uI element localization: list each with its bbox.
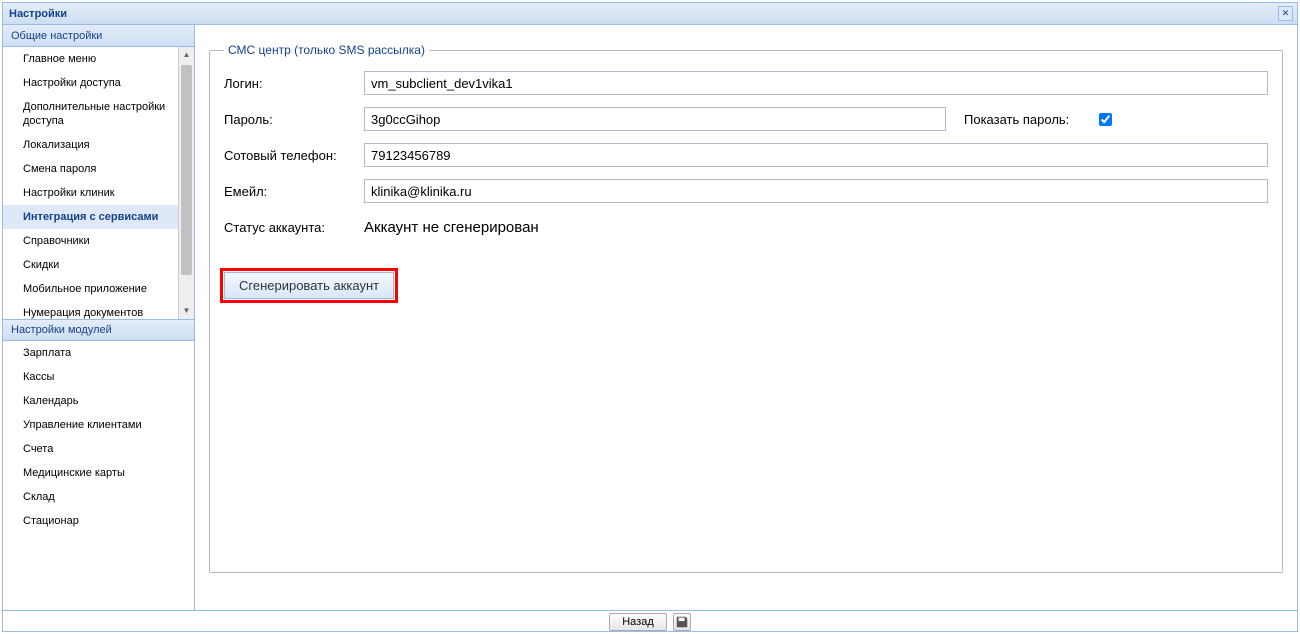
status-label: Статус аккаунта: [224,220,364,235]
sidebar-item[interactable]: Нумерация документов [3,301,178,319]
password-label: Пароль: [224,112,364,127]
back-button[interactable]: Назад [609,613,667,631]
sidebar: Общие настройки Главное менюНастройки до… [3,25,195,610]
footer-toolbar: Назад [3,610,1297,632]
login-input[interactable] [364,71,1268,95]
email-input[interactable] [364,179,1268,203]
save-icon[interactable] [673,613,691,631]
close-icon[interactable]: ✕ [1278,6,1293,21]
title-bar: Настройки ✕ [3,3,1297,25]
scroll-up-icon[interactable]: ▲ [179,47,194,63]
sidebar-item[interactable]: Календарь [3,389,194,413]
sidebar-item[interactable]: Мобильное приложение [3,277,178,301]
sidebar-item[interactable]: Стационар [3,509,194,533]
sidebar-item[interactable]: Смена пароля [3,157,178,181]
scroll-down-icon[interactable]: ▼ [179,303,194,319]
phone-input[interactable] [364,143,1268,167]
sidebar-item[interactable]: Зарплата [3,341,194,365]
window-title: Настройки [9,8,67,20]
status-value: Аккаунт не сгенерирован [364,219,539,236]
sidebar-item[interactable]: Склад [3,485,194,509]
accordion-header-modules[interactable]: Настройки модулей [3,319,194,341]
fieldset-legend: СМС центр (только SMS рассылка) [224,43,429,57]
sidebar-item[interactable]: Кассы [3,365,194,389]
sidebar-item[interactable]: Дополнительные настройки доступа [3,95,178,133]
sidebar-item[interactable]: Медицинские карты [3,461,194,485]
login-label: Логин: [224,76,364,91]
phone-label: Сотовый телефон: [224,148,364,163]
sidebar-item[interactable]: Счета [3,437,194,461]
show-password-label: Показать пароль: [964,112,1069,127]
sidebar-item[interactable]: Настройки доступа [3,71,178,95]
sidebar-item[interactable]: Справочники [3,229,178,253]
scrollbar[interactable]: ▲ ▼ [178,47,194,319]
accordion-header-general[interactable]: Общие настройки [3,25,194,47]
settings-window: Настройки ✕ Общие настройки Главное меню… [2,2,1298,632]
sms-center-fieldset: СМС центр (только SMS рассылка) Логин: П… [209,43,1283,573]
password-input[interactable] [364,107,946,131]
generate-account-button[interactable]: Сгенерировать аккаунт [224,272,394,299]
sidebar-item[interactable]: Главное меню [3,47,178,71]
sidebar-item[interactable]: Локализация [3,133,178,157]
sidebar-item[interactable]: Настройки клиник [3,181,178,205]
sidebar-item[interactable]: Скидки [3,253,178,277]
main-panel: СМС центр (только SMS рассылка) Логин: П… [195,25,1297,610]
sidebar-item[interactable]: Интеграция с сервисами [3,205,178,229]
email-label: Емейл: [224,184,364,199]
show-password-checkbox[interactable] [1099,113,1112,126]
sidebar-item[interactable]: Управление клиентами [3,413,194,437]
scroll-thumb[interactable] [181,65,192,275]
